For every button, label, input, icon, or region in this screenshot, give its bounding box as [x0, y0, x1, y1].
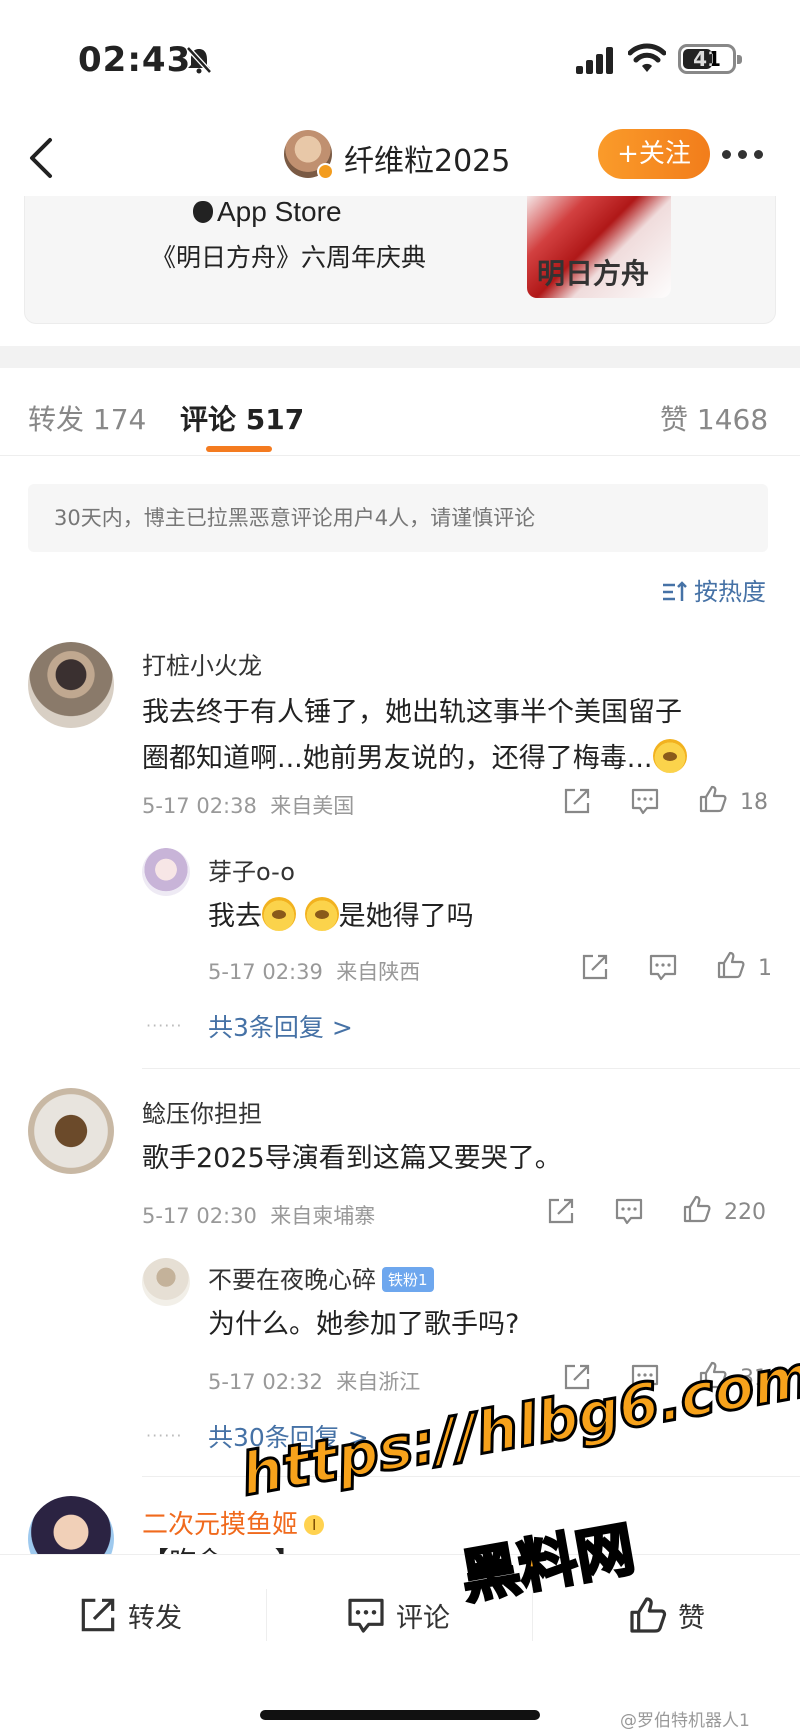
credit-watermark: @罗伯特机器人1 [620, 1711, 750, 1731]
active-tab-indicator [206, 446, 272, 452]
bell-muted-icon [186, 46, 212, 74]
comment-divider [142, 1476, 800, 1477]
like-count: 1 [758, 956, 772, 981]
status-bar: 02:43 41 [0, 0, 800, 110]
ad-image: 明日方舟 [527, 196, 671, 298]
tab-comments[interactable]: 评论 517 [180, 398, 304, 438]
section-divider [0, 346, 800, 368]
like-button[interactable]: 赞 [628, 1595, 705, 1635]
author-avatar[interactable] [284, 130, 334, 180]
reply-icon[interactable] [630, 786, 660, 816]
comment-meta: 5-17 02:38 来自美国 [142, 794, 355, 818]
author-name[interactable]: 纤维粒2025 [344, 136, 510, 180]
comment-username[interactable]: 二次元摸鱼姬 I [142, 1504, 325, 1541]
nav-bar: 纤维粒2025 +关注 [0, 118, 800, 198]
ad-card[interactable]: App Store 《明日方舟》六周年庆典 明日方舟 [24, 196, 776, 324]
reply-username[interactable]: 芽子o-o [208, 852, 295, 887]
like-icon[interactable] [698, 784, 728, 814]
avatar[interactable] [142, 1258, 190, 1306]
replies-leader: ······ [146, 1016, 183, 1035]
comment-divider [142, 1068, 800, 1069]
battery-icon: 41 [678, 44, 742, 74]
view-more-replies-link[interactable]: 共3条回复 > [208, 1008, 353, 1044]
tab-repost[interactable]: 转发 174 [28, 398, 146, 438]
like-count: 220 [724, 1200, 766, 1225]
crown-badge: I [304, 1515, 325, 1535]
battery-level: 41 [693, 47, 721, 71]
like-count: 18 [740, 790, 768, 815]
sort-icon [663, 581, 687, 601]
sort-by-hot-button[interactable]: 按热度 [662, 572, 766, 607]
reply-icon[interactable] [648, 952, 678, 982]
share-icon[interactable] [546, 1196, 576, 1226]
comment-text: 歌手2025导演看到这篇又要哭了。 [142, 1143, 562, 1174]
share-icon[interactable] [580, 952, 610, 982]
reply-icon[interactable] [614, 1196, 644, 1226]
comment-text-line2: 圈都知道啊...她前男友说的，还得了梅毒... [142, 736, 687, 782]
divider [266, 1589, 267, 1641]
home-indicator [260, 1710, 540, 1720]
wifi-icon [628, 43, 666, 72]
cellular-signal-icon [576, 47, 613, 74]
app-store-label: App Store [193, 196, 342, 228]
comment-username[interactable]: 打桩小火龙 [142, 646, 262, 681]
shocked-emoji-icon [262, 897, 296, 931]
bottom-action-bar: 转发 评论 赞 [0, 1554, 800, 1684]
avatar[interactable] [28, 642, 114, 728]
reply-meta: 5-17 02:32 来自浙江 [208, 1370, 421, 1394]
share-icon[interactable] [562, 786, 592, 816]
fan-badge: 铁粉1 [382, 1267, 434, 1292]
avatar[interactable] [28, 1496, 114, 1556]
reply-meta: 5-17 02:39 来自陕西 [208, 960, 421, 984]
ad-title: 《明日方舟》六周年庆典 [151, 243, 427, 272]
share-icon [81, 1598, 115, 1632]
laugh-cry-emoji-icon [652, 739, 687, 773]
comment-meta: 5-17 02:30 来自柬埔寨 [142, 1204, 376, 1228]
comment-icon [348, 1598, 384, 1633]
back-arrow-icon[interactable] [22, 132, 62, 184]
interaction-tabs: 转发 174 评论 517 赞 1468 [0, 368, 800, 456]
follow-button[interactable]: +关注 [598, 129, 710, 179]
comment-button[interactable]: 评论 [346, 1595, 450, 1635]
reply-text: 我去 是她得了吗 [208, 894, 474, 940]
comment-notice: 30天内，博主已拉黑恶意评论用户4人，请谨慎评论 [28, 484, 768, 552]
reply-text: 为什么。她参加了歌手吗? [208, 1309, 520, 1340]
tab-likes[interactable]: 赞 1468 [660, 398, 768, 438]
avatar[interactable] [142, 848, 190, 896]
verified-badge-icon [317, 163, 334, 180]
shocked-emoji-icon [304, 897, 339, 931]
like-icon[interactable] [682, 1194, 712, 1224]
avatar[interactable] [28, 1088, 114, 1174]
status-time: 02:43 [78, 40, 192, 80]
comment-text-line1: 我去终于有人锤了，她出轨这事半个美国留子 [142, 697, 682, 728]
more-options-icon[interactable] [722, 144, 774, 164]
like-icon[interactable] [716, 950, 746, 980]
comment-item: 二次元摸鱼姬I 【咋舍......】 [0, 1496, 800, 1556]
reply-username[interactable]: 不要在夜晚心碎 铁粉1 [208, 1260, 434, 1295]
comment-item: 打桩小火龙 我去终于有人锤了，她出轨这事半个美国留子 圈都知道啊...她前男友说… [0, 642, 800, 1042]
comment-username[interactable]: 鲶压你担担 [142, 1094, 262, 1129]
repost-button[interactable]: 转发 [78, 1595, 182, 1635]
like-icon [630, 1597, 667, 1633]
replies-leader: ······ [146, 1426, 183, 1445]
apple-logo-icon [193, 201, 213, 223]
